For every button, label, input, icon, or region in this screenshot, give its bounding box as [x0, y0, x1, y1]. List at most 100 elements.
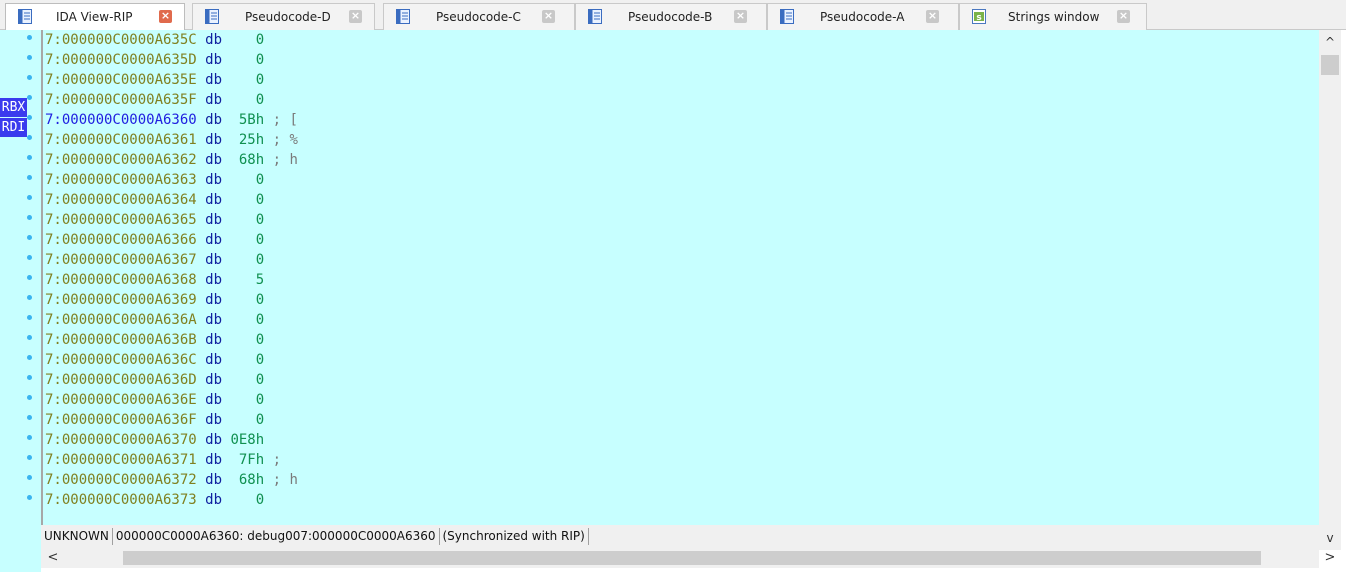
row-address[interactable]: 7:000000C0000A6367 [45, 252, 197, 268]
listing-row[interactable]: 7:000000C0000A6361 db 25h ; % [45, 130, 298, 150]
row-address[interactable]: 7:000000C0000A6370 [45, 432, 197, 448]
listing-row[interactable]: 7:000000C0000A635F db 0 [45, 90, 264, 110]
breakpoint-dot[interactable] [27, 55, 32, 60]
row-value: 0 [230, 352, 265, 368]
row-address[interactable]: 7:000000C0000A635F [45, 92, 197, 108]
scroll-left-arrow-icon[interactable]: < [44, 548, 62, 568]
breakpoint-dot[interactable] [27, 215, 32, 220]
listing-row[interactable]: 7:000000C0000A635C db 0 [45, 30, 264, 50]
listing-row[interactable]: 7:000000C0000A6367 db 0 [45, 250, 264, 270]
row-address[interactable]: 7:000000C0000A636E [45, 392, 197, 408]
breakpoint-dot[interactable] [27, 115, 32, 120]
disassembly-listing[interactable]: 7:000000C0000A635C db 0 7:000000C0000A635… [41, 30, 1319, 525]
breakpoint-dot[interactable] [27, 455, 32, 460]
scroll-down-arrow-icon[interactable]: v [1319, 528, 1341, 548]
listing-row[interactable]: 7:000000C0000A636C db 0 [45, 350, 264, 370]
row-address[interactable]: 7:000000C0000A6363 [45, 172, 197, 188]
row-address[interactable]: 7:000000C0000A6366 [45, 232, 197, 248]
listing-row[interactable]: 7:000000C0000A6370 db 0E8h [45, 430, 264, 450]
breakpoint-dot[interactable] [27, 195, 32, 200]
scroll-up-arrow-icon[interactable]: ^ [1319, 32, 1341, 52]
breakpoint-dot[interactable] [27, 375, 32, 380]
horizontal-scroll-thumb[interactable] [123, 551, 1261, 565]
row-address[interactable]: 7:000000C0000A6372 [45, 472, 197, 488]
close-icon[interactable]: × [159, 10, 172, 23]
row-comment: ; h [264, 472, 298, 488]
breakpoint-dot[interactable] [27, 35, 32, 40]
listing-row[interactable]: 7:000000C0000A6371 db 7Fh ; [45, 450, 281, 470]
horizontal-scrollbar[interactable]: < > [41, 548, 1335, 568]
row-address[interactable]: 7:000000C0000A6361 [45, 132, 197, 148]
vertical-scrollbar[interactable]: ^ v [1319, 30, 1341, 550]
row-address[interactable]: 7:000000C0000A6362 [45, 152, 197, 168]
breakpoint-dot[interactable] [27, 175, 32, 180]
breakpoint-dot[interactable] [27, 155, 32, 160]
breakpoint-dot[interactable] [27, 75, 32, 80]
breakpoint-dot[interactable] [27, 315, 32, 320]
row-address[interactable]: 7:000000C0000A636F [45, 412, 197, 428]
breakpoint-dot[interactable] [27, 255, 32, 260]
listing-row[interactable]: 7:000000C0000A636F db 0 [45, 410, 264, 430]
tab-3[interactable]: Pseudocode-C × [383, 3, 575, 30]
listing-row[interactable]: 7:000000C0000A6362 db 68h ; h [45, 150, 298, 170]
row-address[interactable]: 7:000000C0000A6368 [45, 272, 197, 288]
row-address[interactable]: 7:000000C0000A6364 [45, 192, 197, 208]
breakpoint-dot[interactable] [27, 275, 32, 280]
row-address[interactable]: 7:000000C0000A6360 [45, 112, 197, 128]
listing-row[interactable]: 7:000000C0000A635D db 0 [45, 50, 264, 70]
breakpoint-dot[interactable] [27, 135, 32, 140]
breakpoint-dot[interactable] [27, 435, 32, 440]
listing-row[interactable]: 7:000000C0000A6364 db 0 [45, 190, 264, 210]
breakpoint-dot[interactable] [27, 395, 32, 400]
row-address[interactable]: 7:000000C0000A635C [45, 32, 197, 48]
breakpoint-dot[interactable] [27, 475, 32, 480]
row-value: 5Bh [230, 112, 265, 128]
listing-icon [18, 9, 32, 24]
listing-row[interactable]: 7:000000C0000A636E db 0 [45, 390, 264, 410]
close-icon[interactable]: × [926, 10, 939, 23]
row-directive: db [205, 52, 223, 68]
breakpoint-dot[interactable] [27, 295, 32, 300]
breakpoint-dot[interactable] [27, 495, 32, 500]
row-value: 0 [230, 92, 265, 108]
listing-row[interactable]: 7:000000C0000A6372 db 68h ; h [45, 470, 298, 490]
breakpoint-dot[interactable] [27, 355, 32, 360]
tab-6[interactable]: s Strings window × [959, 3, 1147, 30]
row-address[interactable]: 7:000000C0000A6373 [45, 492, 197, 508]
register-marker: RBX [0, 98, 27, 117]
listing-row[interactable]: 7:000000C0000A635E db 0 [45, 70, 264, 90]
close-icon[interactable]: × [734, 10, 747, 23]
vertical-scroll-thumb[interactable] [1321, 55, 1339, 75]
row-address[interactable]: 7:000000C0000A636C [45, 352, 197, 368]
row-address[interactable]: 7:000000C0000A635D [45, 52, 197, 68]
listing-row[interactable]: 7:000000C0000A6365 db 0 [45, 210, 264, 230]
breakpoint-dot[interactable] [27, 335, 32, 340]
close-icon[interactable]: × [1117, 10, 1130, 23]
listing-row[interactable]: 7:000000C0000A6366 db 0 [45, 230, 264, 250]
breakpoint-dot[interactable] [27, 235, 32, 240]
row-address[interactable]: 7:000000C0000A6369 [45, 292, 197, 308]
row-address[interactable]: 7:000000C0000A636D [45, 372, 197, 388]
tab-2[interactable]: Pseudocode-D × [192, 3, 375, 30]
breakpoint-dot[interactable] [27, 95, 32, 100]
row-address[interactable]: 7:000000C0000A636A [45, 312, 197, 328]
listing-row[interactable]: 7:000000C0000A636A db 0 [45, 310, 264, 330]
listing-row[interactable]: 7:000000C0000A6373 db 0 [45, 490, 264, 510]
scroll-right-arrow-icon[interactable]: > [1321, 548, 1339, 568]
row-address[interactable]: 7:000000C0000A6365 [45, 212, 197, 228]
close-icon[interactable]: × [349, 10, 362, 23]
tab-4[interactable]: Pseudocode-B × [575, 3, 767, 30]
tab-1[interactable]: IDA View-RIP × [5, 3, 185, 31]
row-address[interactable]: 7:000000C0000A6371 [45, 452, 197, 468]
listing-row[interactable]: 7:000000C0000A636B db 0 [45, 330, 264, 350]
row-address[interactable]: 7:000000C0000A635E [45, 72, 197, 88]
listing-row[interactable]: 7:000000C0000A636D db 0 [45, 370, 264, 390]
tab-5[interactable]: Pseudocode-A × [767, 3, 959, 30]
breakpoint-dot[interactable] [27, 415, 32, 420]
listing-row[interactable]: 7:000000C0000A6369 db 0 [45, 290, 264, 310]
listing-row[interactable]: 7:000000C0000A6368 db 5 [45, 270, 264, 290]
close-icon[interactable]: × [542, 10, 555, 23]
listing-row[interactable]: 7:000000C0000A6363 db 0 [45, 170, 264, 190]
listing-row[interactable]: 7:000000C0000A6360 db 5Bh ; [ [45, 110, 298, 130]
row-address[interactable]: 7:000000C0000A636B [45, 332, 197, 348]
